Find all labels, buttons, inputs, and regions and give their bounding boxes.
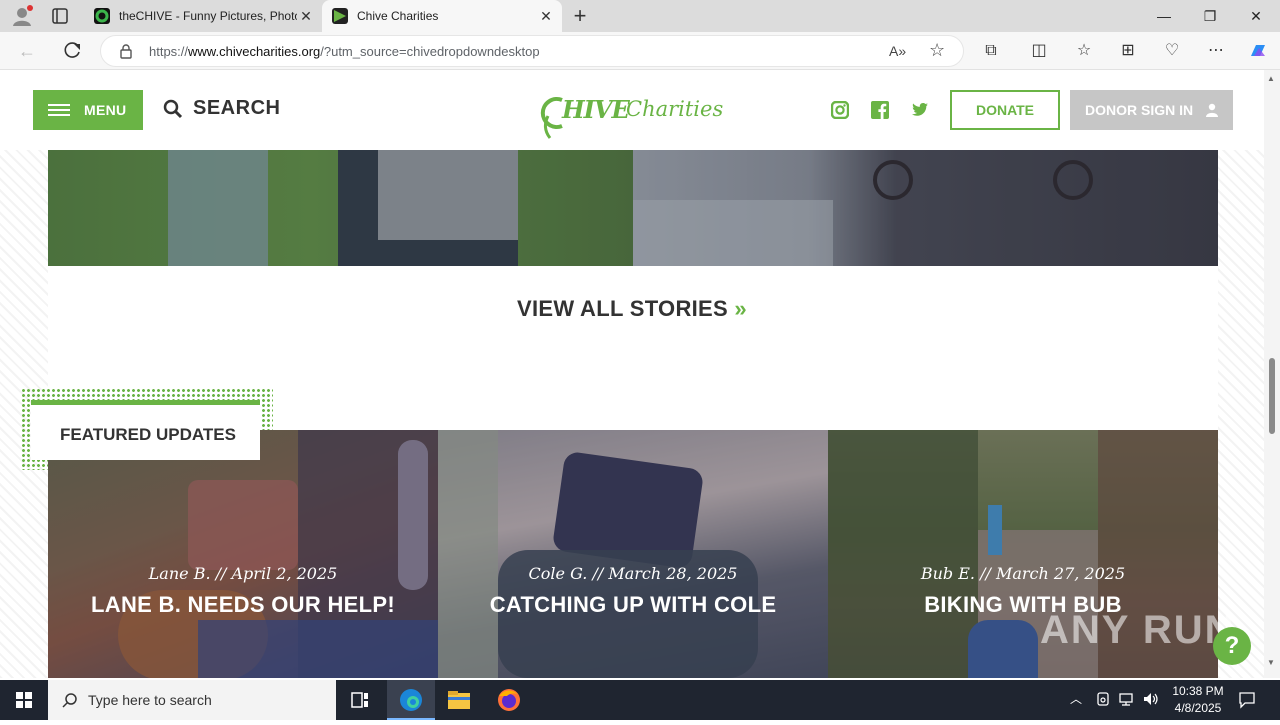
windows-taskbar: Type here to search ︿ 10:38 PM 4/8/2025 xyxy=(0,680,1280,720)
profile-icon[interactable] xyxy=(10,4,34,28)
photo-detail xyxy=(633,150,1218,266)
view-all-stories-link[interactable]: VIEW ALL STORIES » xyxy=(0,296,1264,322)
network-icon[interactable] xyxy=(1118,691,1136,707)
card-title[interactable]: CATCHING UP WITH COLE xyxy=(438,592,828,618)
featured-card-lane[interactable]: Lane B. // April 2, 2025 LANE B. NEEDS O… xyxy=(48,430,438,678)
anyrun-watermark: ANY RUN xyxy=(1040,608,1236,652)
double-chevron-icon: » xyxy=(734,296,747,321)
tab-actions-icon[interactable] xyxy=(50,6,70,26)
logo-text-chive: HIVE xyxy=(562,95,630,124)
donor-sign-in-button[interactable]: DONOR SIGN IN xyxy=(1070,90,1233,130)
tab-title: theCHIVE - Funny Pictures, Photo xyxy=(119,9,297,23)
hamburger-icon xyxy=(48,104,70,116)
card-meta: Lane B. // April 2, 2025 xyxy=(148,564,338,583)
view-all-stories-label: VIEW ALL STORIES xyxy=(517,296,728,321)
firefox-icon[interactable] xyxy=(485,680,533,720)
scroll-thumb[interactable] xyxy=(1269,358,1275,434)
lock-icon[interactable] xyxy=(119,43,133,59)
twitter-icon[interactable] xyxy=(911,101,929,119)
edge-taskbar-icon[interactable] xyxy=(387,680,435,720)
browser-toolbar: ← https://www.chivecharities.org/?utm_so… xyxy=(0,32,1280,70)
menu-label: MENU xyxy=(84,102,127,118)
taskbar-search-box[interactable]: Type here to search xyxy=(48,680,336,720)
tab-chive-charities[interactable]: Chive Charities ✕ xyxy=(322,0,562,32)
featured-card-cole[interactable]: Cole G. // March 28, 2025 CATCHING UP WI… xyxy=(438,430,828,678)
favorite-star-icon[interactable]: ☆ xyxy=(929,40,945,61)
search-label: SEARCH xyxy=(193,97,281,119)
extensions-icon[interactable]: ⧉ xyxy=(976,36,1006,66)
browser-tab-bar: theCHIVE - Funny Pictures, Photo ✕ Chive… xyxy=(0,0,1280,32)
split-screen-icon[interactable]: ◫ xyxy=(1024,36,1054,66)
thechive-favicon-icon xyxy=(94,8,110,24)
file-explorer-icon[interactable] xyxy=(435,680,483,720)
donor-sign-in-label: DONOR SIGN IN xyxy=(1085,102,1194,118)
user-icon xyxy=(1205,103,1219,117)
more-menu-icon[interactable]: ⋯ xyxy=(1201,36,1231,66)
close-window-button[interactable]: ✕ xyxy=(1233,0,1279,32)
scroll-up-arrow-icon[interactable]: ▲ xyxy=(1267,74,1275,83)
tab-thechive[interactable]: theCHIVE - Funny Pictures, Photo ✕ xyxy=(86,0,322,32)
url-text[interactable]: https://www.chivecharities.org/?utm_sour… xyxy=(149,44,540,59)
address-bar[interactable]: https://www.chivecharities.org/?utm_sour… xyxy=(100,35,964,67)
clock-time: 10:38 PM xyxy=(1172,684,1224,698)
search-icon xyxy=(163,99,183,119)
right-pattern xyxy=(1218,70,1264,678)
card-overlay xyxy=(48,430,438,678)
search-icon xyxy=(62,692,78,708)
page-scrollbar[interactable]: ▲ ▼ xyxy=(1264,70,1280,678)
featured-updates-heading: FEATURED UPDATES xyxy=(31,400,260,460)
menu-button[interactable]: MENU xyxy=(33,90,143,130)
device-icon[interactable] xyxy=(1095,691,1111,707)
taskbar-clock[interactable]: 10:38 PM 4/8/2025 xyxy=(1160,683,1236,717)
windows-start-icon[interactable] xyxy=(0,680,48,720)
volume-icon[interactable] xyxy=(1142,691,1160,707)
chive-charities-favicon-icon xyxy=(332,8,348,24)
refresh-icon[interactable] xyxy=(57,36,87,66)
facebook-icon[interactable] xyxy=(871,101,889,119)
photo-detail xyxy=(48,150,633,266)
copilot-icon[interactable] xyxy=(1243,36,1273,66)
logo-text-charities: Charities xyxy=(626,97,724,121)
restore-button[interactable]: ❐ xyxy=(1187,0,1233,32)
instagram-icon[interactable] xyxy=(830,100,850,120)
clock-date: 4/8/2025 xyxy=(1174,701,1222,715)
search-button[interactable]: SEARCH xyxy=(163,97,280,120)
story-photo-left[interactable] xyxy=(48,150,633,266)
taskbar-search-placeholder: Type here to search xyxy=(88,692,212,708)
card-overlay xyxy=(438,430,828,678)
close-tab-icon[interactable]: ✕ xyxy=(298,8,314,24)
scroll-down-arrow-icon[interactable]: ▼ xyxy=(1267,658,1275,667)
site-header: MENU SEARCH HIVE Charities DONATE DONOR … xyxy=(0,70,1264,150)
help-button[interactable]: ? xyxy=(1213,627,1251,665)
card-meta: Cole G. // March 28, 2025 xyxy=(528,564,738,583)
donate-button[interactable]: DONATE xyxy=(950,90,1060,130)
tab-title: Chive Charities xyxy=(357,9,439,23)
browser-essentials-icon[interactable]: ♡ xyxy=(1157,36,1187,66)
story-photo-right[interactable] xyxy=(633,150,1218,266)
card-meta: Bub E. // March 27, 2025 xyxy=(920,564,1126,583)
favorites-icon[interactable]: ☆ xyxy=(1069,36,1099,66)
notifications-icon[interactable] xyxy=(1238,691,1256,709)
collections-icon[interactable]: ⊞ xyxy=(1113,36,1143,66)
close-tab-icon[interactable]: ✕ xyxy=(538,8,554,24)
left-pattern xyxy=(0,70,48,678)
back-icon[interactable]: ← xyxy=(12,36,42,66)
read-aloud-icon[interactable]: A» xyxy=(889,43,906,59)
task-view-icon[interactable] xyxy=(336,680,384,720)
new-tab-button[interactable]: + xyxy=(568,4,592,28)
minimize-button[interactable]: — xyxy=(1141,0,1187,32)
card-title[interactable]: LANE B. NEEDS OUR HELP! xyxy=(48,592,438,618)
web-page: MENU SEARCH HIVE Charities DONATE DONOR … xyxy=(0,70,1264,678)
show-hidden-icons-icon[interactable]: ︿ xyxy=(1070,690,1082,707)
chive-charities-logo[interactable]: HIVE Charities xyxy=(540,94,725,140)
